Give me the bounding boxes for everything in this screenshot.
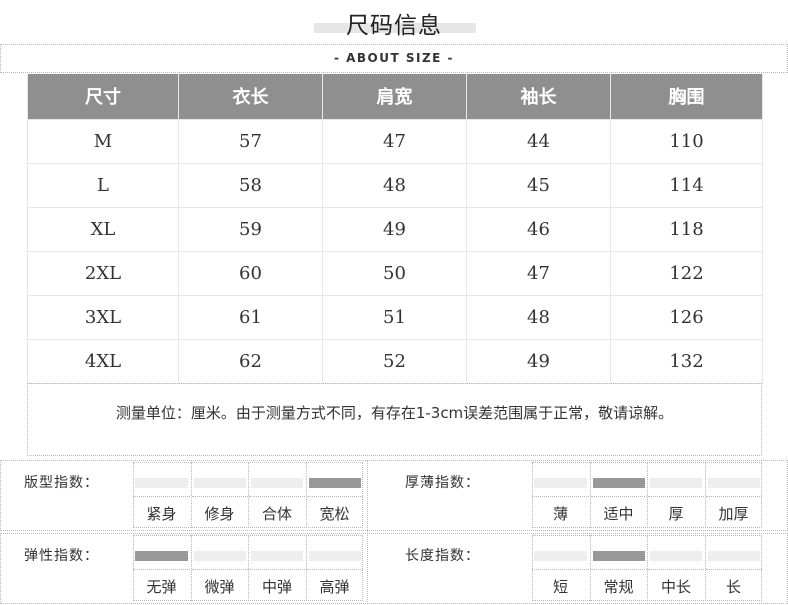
table-cell: 44 <box>466 118 611 164</box>
table-header-row: 尺寸 衣长 肩宽 袖长 胸围 <box>27 74 763 119</box>
index-row-frame <box>0 533 788 604</box>
table-cell: 132 <box>610 338 763 384</box>
size-table: 尺寸 衣长 肩宽 袖长 胸围 M 57 47 44 110 L 58 48 45 114 XL 59 4… <box>27 74 763 384</box>
page-subtitle: - ABOUT SIZE - <box>333 51 455 65</box>
table-cell: 110 <box>610 118 763 164</box>
table-cell: 51 <box>322 294 467 340</box>
table-row: XL 59 49 46 118 <box>27 206 763 252</box>
table-row: L 58 48 45 114 <box>27 162 763 208</box>
table-cell: 49 <box>466 338 611 384</box>
table-cell: 4XL <box>27 338 179 384</box>
table-cell: 122 <box>610 250 763 296</box>
table-cell: 2XL <box>27 250 179 296</box>
table-row: M 57 47 44 110 <box>27 118 763 164</box>
table-cell: 59 <box>178 206 323 252</box>
table-cell: 49 <box>322 206 467 252</box>
table-cell: M <box>27 118 179 164</box>
table-cell: 118 <box>610 206 763 252</box>
table-cell: L <box>27 162 179 208</box>
table-cell: 3XL <box>27 294 179 340</box>
measurement-note: 测量单位：厘米。由于测量方式不同，有存在1-3cm误差范围属于正常，敬请谅解。 <box>115 404 674 422</box>
table-row: 4XL 62 52 49 132 <box>27 338 763 384</box>
column-header: 肩宽 <box>322 74 467 119</box>
table-cell: 48 <box>466 294 611 340</box>
table-cell: 48 <box>322 162 467 208</box>
table-cell: 57 <box>178 118 323 164</box>
column-header: 袖长 <box>466 74 611 119</box>
table-cell: 45 <box>466 162 611 208</box>
table-cell: 126 <box>610 294 763 340</box>
table-cell: 58 <box>178 162 323 208</box>
table-row: 3XL 61 51 48 126 <box>27 294 763 340</box>
page-title: 尺码信息 <box>346 13 442 39</box>
table-cell: 60 <box>178 250 323 296</box>
table-cell: XL <box>27 206 179 252</box>
index-row-frame <box>0 460 788 531</box>
table-cell: 114 <box>610 162 763 208</box>
column-header: 尺寸 <box>27 74 179 119</box>
table-cell: 61 <box>178 294 323 340</box>
table-row: 2XL 60 50 47 122 <box>27 250 763 296</box>
column-header: 衣长 <box>178 74 323 119</box>
table-cell: 47 <box>322 118 467 164</box>
table-cell: 50 <box>322 250 467 296</box>
column-header: 胸围 <box>610 74 763 119</box>
index-column-divider <box>367 460 368 604</box>
table-cell: 46 <box>466 206 611 252</box>
table-cell: 52 <box>322 338 467 384</box>
table-cell: 62 <box>178 338 323 384</box>
title-block: 尺码信息 <box>0 10 788 42</box>
table-cell: 47 <box>466 250 611 296</box>
